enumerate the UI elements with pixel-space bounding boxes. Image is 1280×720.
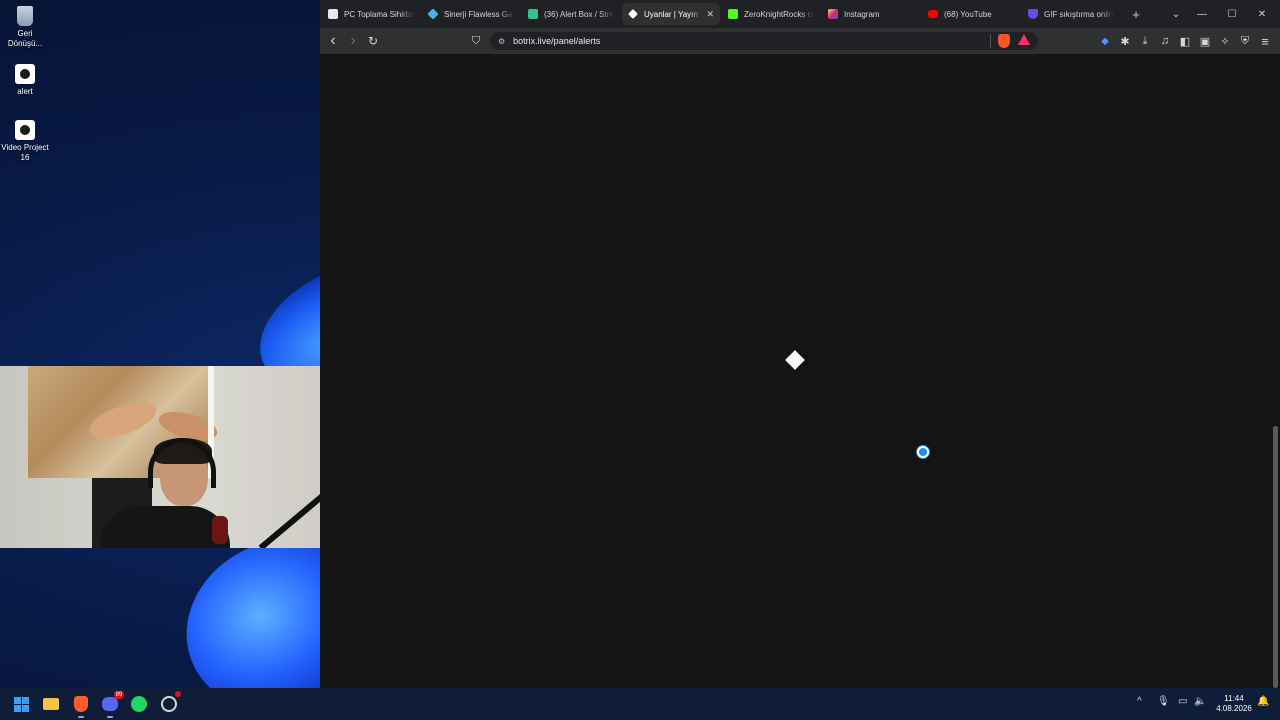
spotify-icon bbox=[131, 696, 147, 712]
tab-favicon bbox=[328, 9, 338, 19]
tab-favicon bbox=[928, 10, 938, 18]
tab-title: (68) YouTube bbox=[944, 9, 992, 19]
tab-favicon bbox=[628, 9, 638, 19]
minimize-button[interactable]: — bbox=[1188, 0, 1216, 28]
extensions-icon[interactable]: ✱ bbox=[1116, 32, 1134, 50]
active-indicator bbox=[107, 716, 113, 718]
painting-hand bbox=[85, 394, 161, 446]
brave-shields-icon[interactable] bbox=[998, 34, 1010, 48]
notification-badge: 99 bbox=[114, 691, 124, 699]
desktop-icon-alert[interactable]: alert bbox=[0, 64, 50, 97]
webcam-overlay bbox=[0, 366, 322, 548]
start-button[interactable] bbox=[11, 694, 31, 714]
notifications-icon[interactable]: 🔔 bbox=[1257, 696, 1269, 707]
video-file-icon bbox=[15, 64, 35, 84]
maximize-button[interactable]: ☐ bbox=[1218, 0, 1246, 28]
network-icon[interactable]: ▭ bbox=[1178, 696, 1187, 707]
back-button[interactable]: ‹ bbox=[324, 32, 342, 50]
tab-instagram[interactable]: Instagram bbox=[822, 3, 920, 25]
webcam-person-body bbox=[100, 506, 230, 548]
browser-toolbar: ‹ › ↻ ⛉ ⚙ botrix.live/panel/alerts ◆ ✱ ⤓… bbox=[320, 28, 1280, 54]
video-file-icon bbox=[15, 120, 35, 140]
sidebar-icon[interactable]: ◧ bbox=[1176, 32, 1194, 50]
folder-icon bbox=[43, 698, 59, 710]
desktop-icon-recycle-bin[interactable]: Geri Dönüşü... bbox=[0, 6, 50, 49]
tab-favicon bbox=[427, 8, 439, 20]
windows-logo-icon bbox=[13, 696, 29, 712]
taskbar-spotify[interactable] bbox=[129, 694, 149, 714]
clock-time: 11:44 bbox=[1224, 694, 1244, 703]
show-hidden-icons-button[interactable]: ^ bbox=[1137, 696, 1142, 707]
tab-gif-compress[interactable]: GIF sıkıştırma online bbox=[1022, 3, 1120, 25]
wallet-icon[interactable]: ▣ bbox=[1196, 32, 1214, 50]
downloads-icon[interactable]: ⤓ bbox=[1136, 32, 1154, 50]
tab-title: Sinerji Flawless Gaming bbox=[444, 9, 514, 19]
scrollbar[interactable] bbox=[1273, 54, 1278, 688]
taskbar-steelseries[interactable] bbox=[159, 691, 181, 714]
bookmark-button[interactable]: ⛉ bbox=[467, 32, 485, 50]
notification-dot bbox=[175, 691, 181, 697]
tab-list-button[interactable]: ⌄ bbox=[1162, 0, 1190, 28]
url-text: botrix.live/panel/alerts bbox=[513, 36, 601, 46]
brave-rewards-icon[interactable] bbox=[1018, 34, 1030, 45]
tab-title: ZeroKnightRocks on Kick bbox=[744, 9, 814, 19]
tab-favicon bbox=[1028, 9, 1038, 19]
tab-title: GIF sıkıştırma online bbox=[1044, 9, 1114, 19]
new-tab-button[interactable]: + bbox=[1128, 7, 1144, 22]
forward-button[interactable]: › bbox=[344, 32, 362, 50]
tab-title: (36) Alert Box / Streamlabs bbox=[544, 9, 614, 19]
desktop-icon-label: alert bbox=[17, 87, 33, 96]
brave-icon bbox=[74, 696, 88, 712]
scrollbar-thumb[interactable] bbox=[1273, 426, 1278, 688]
taskbar-discord[interactable]: 99 bbox=[100, 691, 124, 718]
close-window-button[interactable]: ✕ bbox=[1248, 0, 1276, 28]
clock[interactable]: 11:44 4.08.2026 bbox=[1212, 694, 1256, 714]
desktop-icon-label: Geri Dönüşü... bbox=[7, 29, 43, 48]
tab-streamlabs[interactable]: (36) Alert Box / Streamlabs bbox=[522, 3, 620, 25]
recycle-bin-icon bbox=[17, 6, 33, 26]
address-bar[interactable]: ⚙ botrix.live/panel/alerts bbox=[490, 32, 1038, 50]
steelseries-icon bbox=[161, 696, 177, 712]
tab-youtube[interactable]: (68) YouTube bbox=[922, 3, 1020, 25]
clock-date: 4.08.2026 bbox=[1216, 704, 1252, 713]
desktop-icon-label: Video Project 16 bbox=[1, 143, 49, 162]
microphone-icon bbox=[212, 516, 228, 544]
taskbar-file-explorer[interactable] bbox=[41, 694, 61, 714]
menu-icon[interactable]: ≡ bbox=[1256, 32, 1274, 50]
taskbar: 99 ^ 🎙 ▭ 🔈 11:44 4.08.2026 🔔 bbox=[0, 688, 1280, 720]
media-icon[interactable]: ♫ bbox=[1156, 32, 1174, 50]
active-indicator bbox=[78, 716, 84, 718]
taskbar-brave[interactable] bbox=[71, 694, 91, 718]
tab-favicon bbox=[828, 9, 838, 19]
site-settings-icon[interactable]: ⚙ bbox=[498, 37, 505, 46]
microphone-tray-icon[interactable]: 🎙 bbox=[1157, 696, 1170, 707]
loading-spinner-icon bbox=[917, 446, 929, 458]
tab-favicon bbox=[728, 9, 738, 19]
tab-strip: PC Toplama Sihirbazı Sinerji Flawless Ga… bbox=[320, 0, 1280, 28]
reload-button[interactable]: ↻ bbox=[364, 32, 382, 50]
discord-icon bbox=[102, 697, 118, 711]
tab-pc-toplama[interactable]: PC Toplama Sihirbazı bbox=[322, 3, 420, 25]
divider bbox=[990, 34, 991, 48]
close-tab-icon[interactable]: ✕ bbox=[706, 9, 714, 20]
tab-title: Uyanlar | Yayın bbox=[644, 9, 698, 19]
tab-kick[interactable]: ZeroKnightRocks on Kick bbox=[722, 3, 820, 25]
tab-uyanlar-active[interactable]: Uyanlar | Yayın ✕ bbox=[622, 3, 720, 25]
page-content bbox=[320, 54, 1280, 688]
vpn-icon[interactable]: ◆ bbox=[1096, 32, 1114, 50]
vpn-shield-icon[interactable]: ⛨ bbox=[1236, 32, 1254, 50]
tab-sinerji[interactable]: Sinerji Flawless Gaming bbox=[422, 3, 520, 25]
leo-ai-icon[interactable]: ✧ bbox=[1216, 32, 1234, 50]
desktop-icon-video-project[interactable]: Video Project 16 bbox=[0, 120, 50, 163]
diamond-logo-icon bbox=[785, 350, 805, 370]
tab-title: PC Toplama Sihirbazı bbox=[344, 9, 414, 19]
volume-icon[interactable]: 🔈 bbox=[1194, 696, 1206, 707]
tab-favicon bbox=[528, 9, 538, 19]
browser-window: PC Toplama Sihirbazı Sinerji Flawless Ga… bbox=[320, 0, 1280, 688]
tab-title: Instagram bbox=[844, 9, 880, 19]
